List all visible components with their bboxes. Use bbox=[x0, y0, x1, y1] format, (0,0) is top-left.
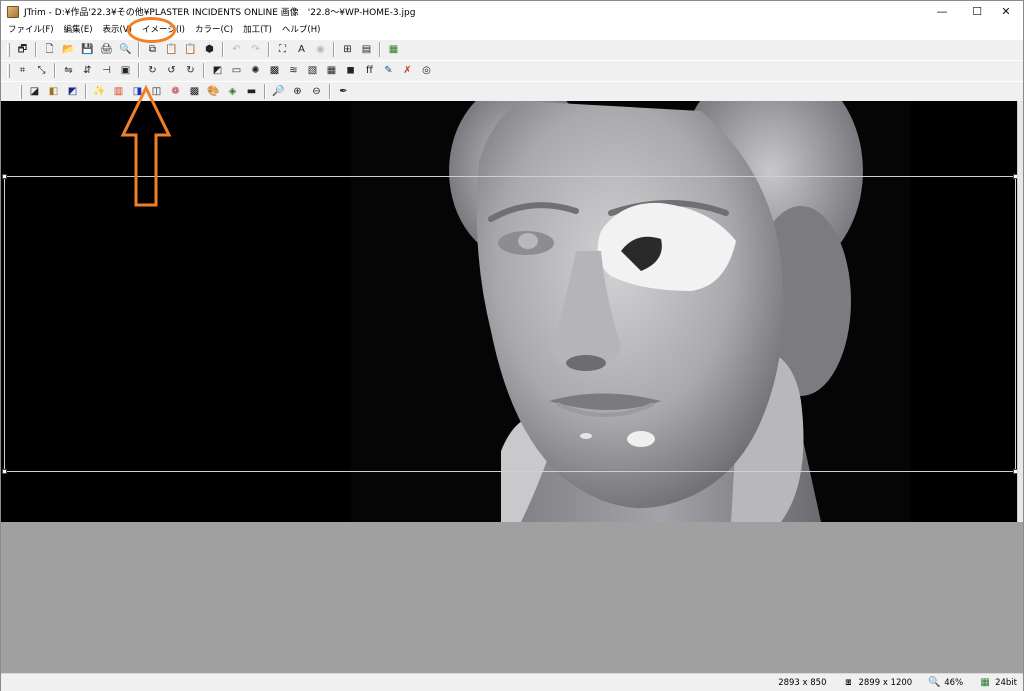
resize-icon[interactable]: ⤡ bbox=[34, 63, 50, 79]
pen-icon[interactable]: ✎ bbox=[381, 63, 397, 79]
toolbar-separator bbox=[85, 84, 87, 99]
image-size-status: ⧆ 2899 x 1200 bbox=[842, 677, 912, 689]
toolbar-separator bbox=[138, 42, 140, 57]
toolbar-grip[interactable] bbox=[19, 84, 22, 99]
spiral-icon[interactable]: ◎ bbox=[419, 63, 435, 79]
flip-vertical-icon[interactable]: ⇵ bbox=[80, 63, 96, 79]
thumbnail-grid-icon[interactable]: ⊞ bbox=[340, 42, 356, 58]
shadow-icon[interactable]: ◩ bbox=[210, 63, 226, 79]
rotate-free-icon[interactable]: ↻ bbox=[145, 63, 161, 79]
emboss-icon[interactable]: ▧ bbox=[305, 63, 321, 79]
window-icon[interactable]: 🗗 bbox=[15, 42, 31, 58]
toolbar-separator bbox=[54, 63, 56, 78]
flip-horizontal-icon[interactable]: ⇋ bbox=[61, 63, 77, 79]
gradient-icon[interactable]: ◪ bbox=[27, 84, 43, 100]
menu-file[interactable]: ファイル(F) bbox=[3, 22, 59, 39]
text-icon[interactable]: A bbox=[294, 42, 310, 58]
mosaic-icon[interactable]: ▩ bbox=[267, 63, 283, 79]
menu-color[interactable]: カラー(C) bbox=[190, 22, 238, 39]
redo-icon[interactable]: ↷ bbox=[248, 42, 264, 58]
fit-window-icon[interactable]: ⛶ bbox=[275, 42, 291, 58]
selection-handle-bottom-left[interactable] bbox=[2, 469, 7, 474]
image-size-icon: ⧆ bbox=[845, 677, 852, 688]
toolbar-separator bbox=[379, 42, 381, 57]
toolbar-separator bbox=[222, 42, 224, 57]
save-icon[interactable]: 💾 bbox=[80, 42, 96, 58]
zoom-out-icon[interactable]: ⊖ bbox=[309, 84, 325, 100]
selection-size-value: 2893 x 850 bbox=[778, 677, 827, 688]
toolbar-separator bbox=[35, 42, 37, 57]
eyedropper-icon[interactable]: ✒ bbox=[336, 84, 352, 100]
bit-depth-value: 24bit bbox=[995, 677, 1017, 688]
zoom-value: 46% bbox=[944, 677, 964, 688]
toolbar-separator bbox=[333, 42, 335, 57]
annotation-up-arrow-icon bbox=[120, 85, 172, 207]
toolbar-grip[interactable] bbox=[7, 63, 10, 78]
tone-icon[interactable]: ◧ bbox=[46, 84, 62, 100]
sharpen-icon[interactable]: ff bbox=[362, 63, 378, 79]
capture-icon[interactable]: ⬢ bbox=[202, 42, 218, 58]
status-bar: 2893 x 850 ⧆ 2899 x 1200 🔍 46% ▦ 24bit bbox=[1, 673, 1023, 691]
clear-icon[interactable]: ✗ bbox=[400, 63, 416, 79]
image-size-value: 2899 x 1200 bbox=[858, 677, 913, 688]
wave-icon[interactable]: ≋ bbox=[286, 63, 302, 79]
print-preview-icon[interactable]: 🔍 bbox=[118, 42, 134, 58]
hdr-icon[interactable]: ◈ bbox=[225, 84, 241, 100]
print-icon[interactable]: 🖨 bbox=[99, 42, 115, 58]
dither-icon[interactable]: ▩ bbox=[187, 84, 203, 100]
selection-size-status: 2893 x 850 bbox=[778, 678, 826, 688]
toolbar-separator bbox=[329, 84, 331, 99]
undo-icon[interactable]: ↶ bbox=[229, 42, 245, 58]
sun-icon[interactable]: ✺ bbox=[248, 63, 264, 79]
bit-depth-icon: ▦ bbox=[980, 677, 990, 688]
zoom-menu-icon[interactable]: 🔎 bbox=[271, 84, 287, 100]
batch-icon[interactable]: ▦ bbox=[386, 42, 402, 58]
toolbar-separator bbox=[203, 63, 205, 78]
rotate-left-icon[interactable]: ↺ bbox=[164, 63, 180, 79]
bit-depth-status: ▦ 24bit bbox=[979, 677, 1017, 689]
menu-edit[interactable]: 編集(E) bbox=[59, 22, 98, 39]
menu-help[interactable]: ヘルプ(H) bbox=[277, 22, 326, 39]
toolbar-grip[interactable] bbox=[7, 42, 10, 57]
grayscale-icon[interactable]: ▬ bbox=[244, 84, 260, 100]
annotation-ellipse bbox=[127, 17, 176, 43]
sparkle-icon[interactable]: ✨ bbox=[92, 84, 108, 100]
selection-rectangle[interactable] bbox=[2, 174, 1018, 474]
film-strip-icon[interactable]: ▤ bbox=[359, 42, 375, 58]
window-title: JTrim - D:¥作品'22.3¥その他¥PLASTER INCIDENTS… bbox=[24, 8, 416, 18]
frame-icon[interactable]: ▣ bbox=[118, 63, 134, 79]
border-icon[interactable]: ▭ bbox=[229, 63, 245, 79]
open-folder-icon[interactable]: 📂 bbox=[61, 42, 77, 58]
paste-new-icon[interactable]: 📋 bbox=[183, 42, 199, 58]
rotate-right-icon[interactable]: ↻ bbox=[183, 63, 199, 79]
toolbar-separator bbox=[268, 42, 270, 57]
color-balance-icon[interactable]: ◩ bbox=[65, 84, 81, 100]
new-file-icon[interactable]: 🗋 bbox=[42, 42, 58, 58]
crop-icon[interactable]: ⌗ bbox=[15, 63, 31, 79]
selection-handle-top-left[interactable] bbox=[2, 174, 7, 179]
app-window: JTrim - D:¥作品'22.3¥その他¥PLASTER INCIDENTS… bbox=[0, 0, 1024, 691]
zoom-in-icon[interactable]: ⊕ bbox=[290, 84, 306, 100]
split-icon[interactable]: ⊣ bbox=[99, 63, 115, 79]
blur-icon[interactable]: ◼ bbox=[343, 63, 359, 79]
sphere-icon[interactable]: ◉ bbox=[313, 42, 329, 58]
close-button[interactable]: ✕ bbox=[983, 1, 1024, 22]
toolbar-separator bbox=[138, 63, 140, 78]
paste-icon[interactable]: 📋 bbox=[164, 42, 180, 58]
copy-icon[interactable]: ⧉ bbox=[145, 42, 161, 58]
vertical-scrollbar[interactable] bbox=[1017, 101, 1023, 522]
palette-icon[interactable]: 🎨 bbox=[206, 84, 222, 100]
jtrim-app-icon[interactable] bbox=[7, 5, 19, 18]
toolbar-separator bbox=[264, 84, 266, 99]
zoom-status: 🔍 46% bbox=[928, 677, 963, 689]
menu-process[interactable]: 加工(T) bbox=[238, 22, 277, 39]
toolbar-image: ⌗ ⤡ ⇋ ⇵ ⊣ ▣ ↻ ↺ ↻ ◩ ▭ ✺ ▩ ≋ ▧ ▦ ◼ ff ✎ ✗… bbox=[1, 60, 1023, 80]
tile-icon[interactable]: ▦ bbox=[324, 63, 340, 79]
zoom-icon: 🔍 bbox=[927, 677, 941, 688]
